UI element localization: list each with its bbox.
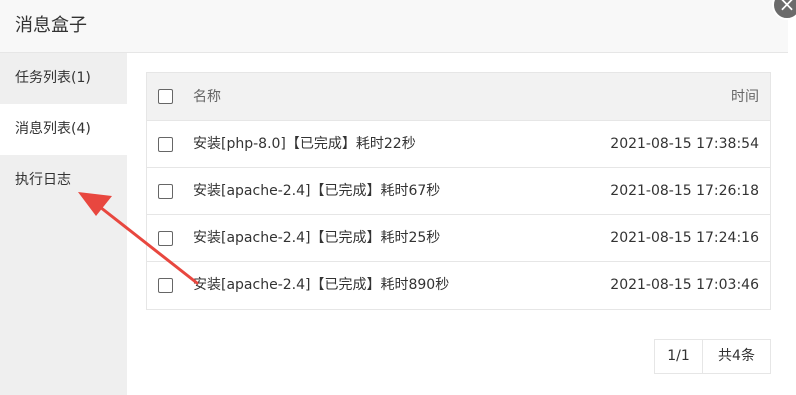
sidebar-item-label: 任务列表(1) [15,70,91,86]
table-row: 安装[apache-2.4]【已完成】耗时25秒 2021-08-15 17:2… [147,215,770,262]
row-checkbox[interactable] [158,184,173,199]
select-all-checkbox[interactable] [158,89,173,104]
message-name: 安装[apache-2.4]【已完成】耗时67秒 [193,183,441,199]
sidebar-item-execution-log[interactable]: 执行日志 [0,155,127,206]
message-box-dialog: 消息盒子 任务列表(1) 消息列表(4) 执行日志 名称 时间 安装[php-8… [0,0,788,395]
row-checkbox[interactable] [158,278,173,293]
pagination-page-indicator: 1/1 [654,339,703,374]
message-name: 安装[apache-2.4]【已完成】耗时890秒 [193,277,450,293]
sidebar-item-label: 执行日志 [15,172,71,188]
sidebar: 任务列表(1) 消息列表(4) 执行日志 [0,53,127,395]
dialog-title: 消息盒子 [15,15,87,36]
table-row: 安装[apache-2.4]【已完成】耗时890秒 2021-08-15 17:… [147,262,770,309]
message-time: 2021-08-15 17:24:16 [610,230,759,246]
message-name: 安装[php-8.0]【已完成】耗时22秒 [193,136,416,152]
table-row: 安装[apache-2.4]【已完成】耗时67秒 2021-08-15 17:2… [147,168,770,215]
message-name: 安装[apache-2.4]【已完成】耗时25秒 [193,230,441,246]
column-header-name: 名称 [193,89,221,105]
sidebar-item-task-list[interactable]: 任务列表(1) [0,53,127,104]
message-time: 2021-08-15 17:03:46 [610,277,759,293]
dialog-titlebar: 消息盒子 [0,0,788,53]
sidebar-item-label: 消息列表(4) [15,121,91,137]
row-checkbox[interactable] [158,231,173,246]
message-time: 2021-08-15 17:26:18 [610,183,759,199]
message-table: 名称 时间 安装[php-8.0]【已完成】耗时22秒 2021-08-15 1… [146,72,771,310]
column-header-time: 时间 [731,89,759,105]
message-time: 2021-08-15 17:38:54 [610,136,759,152]
sidebar-item-message-list[interactable]: 消息列表(4) [0,104,127,155]
pagination-total-count: 共4条 [702,339,771,374]
table-row: 安装[php-8.0]【已完成】耗时22秒 2021-08-15 17:38:5… [147,121,770,168]
row-checkbox[interactable] [158,137,173,152]
table-header-row: 名称 时间 [147,73,770,121]
